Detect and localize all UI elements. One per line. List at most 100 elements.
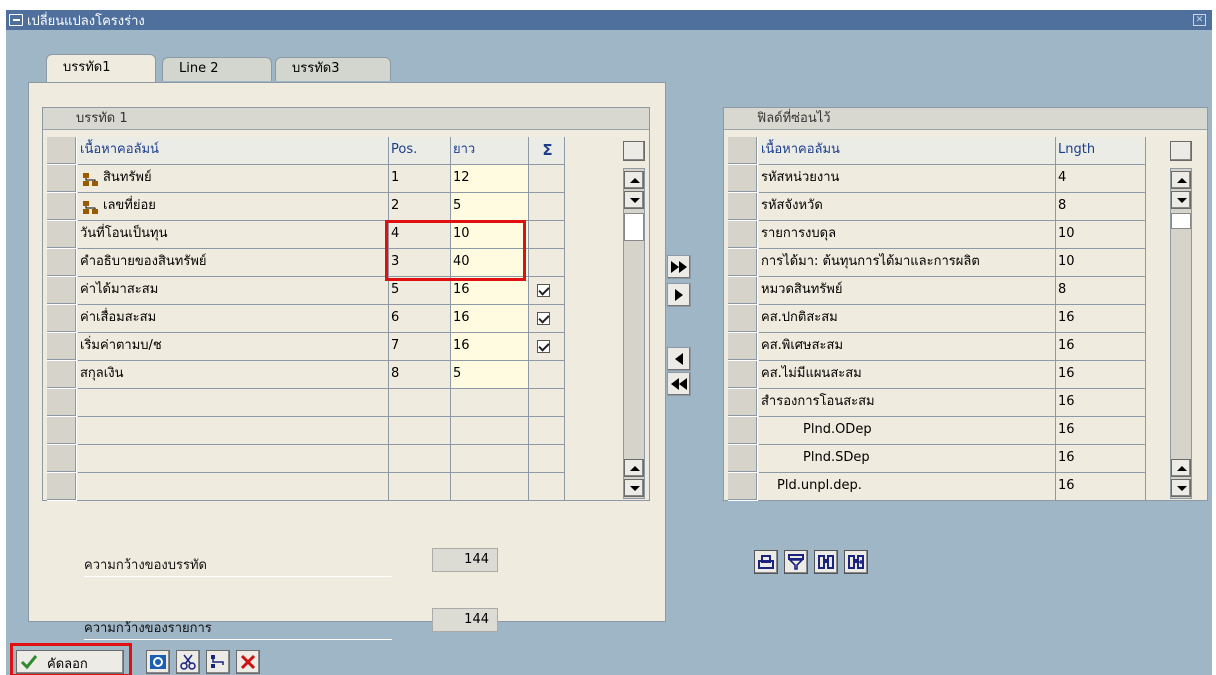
row-selector[interactable] — [47, 333, 77, 361]
content-cell: คส.พิเศษสะสม — [759, 333, 1056, 361]
print-button[interactable] — [754, 550, 778, 574]
length-input[interactable] — [451, 445, 529, 473]
sum-checkbox[interactable] — [537, 284, 550, 297]
find-button[interactable] — [814, 550, 838, 574]
left-arrow-icon — [675, 353, 683, 365]
hierarchy-settings-button[interactable] — [206, 650, 230, 674]
row-selector[interactable] — [728, 249, 758, 277]
scroll-down-icon[interactable] — [624, 479, 644, 497]
tab-line-2[interactable]: Line 2 — [162, 57, 272, 81]
window-title: เปลี่ยนแปลงโครงร่าง — [27, 13, 145, 29]
sum-cell[interactable] — [529, 277, 565, 305]
length-input[interactable] — [451, 473, 529, 501]
row-selector[interactable] — [728, 361, 758, 389]
sum-cell[interactable] — [529, 221, 565, 249]
col-header-length[interactable]: Lngth — [1056, 137, 1146, 165]
table-row — [47, 445, 620, 473]
row-selector[interactable] — [728, 445, 758, 473]
hierarchy-icon — [83, 171, 99, 186]
scroll-thumb[interactable] — [624, 213, 644, 241]
col-header-length[interactable]: ยาว — [451, 137, 529, 165]
length-input[interactable]: 5 — [451, 361, 529, 389]
scissors-icon — [180, 654, 196, 670]
sum-checkbox[interactable] — [537, 312, 550, 325]
row-selector[interactable] — [47, 193, 77, 221]
row-selector[interactable] — [47, 361, 77, 389]
col-header-content[interactable]: เนื้อหาคอลัมน์ — [78, 137, 389, 165]
length-input[interactable]: 5 — [451, 193, 529, 221]
content-cell: Pld.unpl.dep. — [759, 473, 1056, 501]
select-all-button[interactable] — [47, 137, 77, 165]
length-input[interactable] — [451, 417, 529, 445]
row-selector[interactable] — [47, 389, 77, 417]
sum-cell[interactable] — [529, 333, 565, 361]
move-left-button[interactable] — [667, 347, 691, 371]
left-table-scrollbar[interactable] — [623, 168, 645, 499]
sum-cell[interactable] — [529, 165, 565, 193]
content-cell: Plnd.SDep — [759, 445, 1056, 473]
row-selector[interactable] — [47, 417, 77, 445]
cancel-button[interactable] — [236, 650, 260, 674]
row-selector[interactable] — [728, 473, 758, 501]
table-row: Pld.unpl.dep. 16 — [728, 473, 1146, 501]
col-header-content[interactable]: เนื้อหาคอลัมน — [759, 137, 1056, 165]
scroll-up-icon[interactable] — [1171, 459, 1191, 477]
sum-cell[interactable] — [529, 193, 565, 221]
move-right-button[interactable] — [667, 283, 691, 307]
length-input[interactable] — [451, 389, 529, 417]
row-selector[interactable] — [728, 417, 758, 445]
row-selector[interactable] — [47, 277, 77, 305]
refresh-button[interactable] — [146, 650, 170, 674]
move-all-right-to-left-button[interactable] — [667, 372, 691, 396]
highlight-box — [385, 220, 526, 281]
scroll-up-icon[interactable] — [624, 459, 644, 477]
row-selector[interactable] — [728, 221, 758, 249]
tab-line-3[interactable]: บรรทัด3 — [275, 57, 391, 81]
length-input[interactable]: 12 — [451, 165, 529, 193]
scroll-thumb[interactable] — [1171, 213, 1191, 229]
row-selector[interactable] — [728, 305, 758, 333]
sum-cell[interactable] — [529, 361, 565, 389]
sum-checkbox[interactable] — [537, 340, 550, 353]
content-cell: คส.ไม่มีแผนสะสม — [759, 361, 1056, 389]
sum-cell[interactable] — [529, 249, 565, 277]
filter-button[interactable] — [784, 550, 808, 574]
row-selector[interactable] — [728, 389, 758, 417]
pos-cell: 1 — [389, 165, 451, 193]
column-settings-button[interactable] — [623, 141, 645, 161]
highlight-box — [10, 643, 132, 675]
move-all-left-to-right-button[interactable] — [667, 255, 691, 279]
hierarchy-icon — [83, 199, 99, 214]
table-row: คส.ไม่มีแผนสะสม 16 — [728, 361, 1146, 389]
find-next-button[interactable] — [844, 550, 868, 574]
row-selector[interactable] — [47, 445, 77, 473]
row-selector[interactable] — [47, 473, 77, 501]
cut-button[interactable] — [176, 650, 200, 674]
column-settings-button[interactable] — [1170, 141, 1192, 161]
scroll-up-icon[interactable] — [624, 171, 644, 189]
length-cell: 4 — [1056, 165, 1146, 193]
scroll-down-icon[interactable] — [624, 191, 644, 209]
row-selector[interactable] — [47, 249, 77, 277]
tab-line-1[interactable]: บรรทัด1 — [46, 54, 156, 82]
length-input[interactable]: 16 — [451, 305, 529, 333]
scroll-down-icon[interactable] — [1171, 191, 1191, 209]
select-all-button[interactable] — [728, 137, 758, 165]
scroll-up-icon[interactable] — [1171, 171, 1191, 189]
row-selector[interactable] — [728, 277, 758, 305]
table-header: เนื้อหาคอลัมน Lngth — [728, 137, 1146, 165]
length-input[interactable]: 16 — [451, 333, 529, 361]
col-header-pos[interactable]: Pos. — [389, 137, 451, 165]
row-selector[interactable] — [728, 193, 758, 221]
scroll-down-icon[interactable] — [1171, 479, 1191, 497]
row-selector[interactable] — [47, 305, 77, 333]
row-selector[interactable] — [728, 333, 758, 361]
row-selector[interactable] — [728, 165, 758, 193]
sum-cell[interactable] — [529, 305, 565, 333]
row-selector[interactable] — [47, 165, 77, 193]
length-input[interactable]: 16 — [451, 277, 529, 305]
close-icon[interactable]: ✕ — [1193, 14, 1206, 26]
sum-icon[interactable]: Σ — [529, 137, 565, 165]
row-selector[interactable] — [47, 221, 77, 249]
right-table-scrollbar[interactable] — [1170, 168, 1192, 499]
